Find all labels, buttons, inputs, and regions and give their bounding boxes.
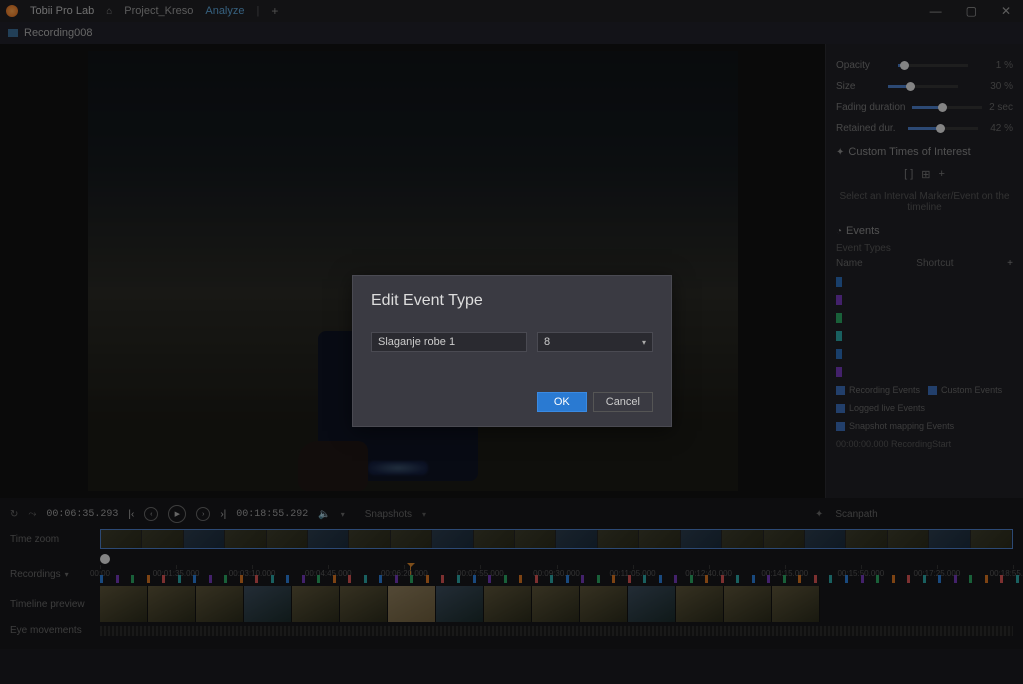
shortcut-value: 8 (544, 336, 550, 348)
edit-event-type-dialog: Edit Event Type 8 ▾ OK Cancel (352, 275, 672, 427)
event-shortcut-select[interactable]: 8 ▾ (537, 332, 653, 352)
cancel-button[interactable]: Cancel (593, 392, 653, 412)
modal-title: Edit Event Type (371, 292, 653, 310)
ok-button[interactable]: OK (537, 392, 587, 412)
event-name-input[interactable] (371, 332, 527, 352)
chevron-down-icon: ▾ (642, 338, 646, 347)
